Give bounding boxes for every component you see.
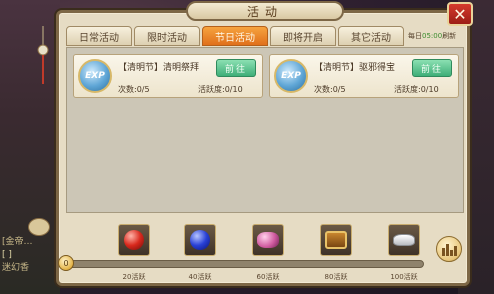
background-chat: [金帝… [ ] 迷幻香	[0, 236, 60, 294]
activity-card: EXP 【清明节】驱邪得宝 前往 次数:0/5 活跃度:0/10	[269, 54, 459, 98]
reward-slot-1[interactable]	[118, 224, 150, 256]
activity-points: 活跃度:0/10	[394, 85, 439, 94]
reward-threshold: 40活跃	[188, 273, 212, 281]
reward-slot-3[interactable]	[252, 224, 284, 256]
pink-gem-icon	[257, 232, 279, 248]
go-button[interactable]: 前往	[216, 59, 256, 77]
chat-line: [金帝…	[2, 237, 33, 247]
reward-slot-4[interactable]	[320, 224, 352, 256]
current-activity-points: 0	[58, 255, 74, 271]
activity-title: 【清明节】清明祭拜	[118, 63, 200, 73]
activity-stats-button[interactable]	[436, 236, 462, 262]
chat-line: [ ]	[2, 250, 12, 260]
exp-icon: EXP	[78, 59, 112, 93]
reward-threshold: 80活跃	[324, 273, 348, 281]
tab-daily[interactable]: 日常活动	[66, 26, 132, 46]
tab-other[interactable]: 其它活动	[338, 26, 404, 46]
refresh-suffix: 刷新	[442, 32, 457, 40]
reward-threshold: 60活跃	[256, 273, 280, 281]
close-icon: ✕	[453, 4, 467, 24]
refresh-prefix: 每日	[408, 32, 422, 40]
window-title: 活动	[186, 1, 344, 21]
refresh-time: 05:00	[422, 32, 443, 40]
reward-slot-5[interactable]	[388, 224, 420, 256]
tab-upcoming[interactable]: 即将开启	[270, 26, 336, 46]
activity-title: 【清明节】驱邪得宝	[314, 63, 396, 73]
hanging-ornament-icon	[37, 26, 49, 84]
activity-points: 活跃度:0/10	[198, 85, 243, 94]
reward-threshold: 100活跃	[390, 273, 418, 281]
activity-list: EXP 【清明节】清明祭拜 前往 次数:0/5 活跃度:0/10 EXP 【清明…	[66, 47, 464, 213]
attempt-count: 次数:0/5	[118, 85, 150, 94]
chat-bubble-icon[interactable]	[28, 218, 50, 236]
exp-icon: EXP	[274, 59, 308, 93]
activity-card: EXP 【清明节】清明祭拜 前往 次数:0/5 活跃度:0/10	[73, 54, 263, 98]
attempt-count: 次数:0/5	[314, 85, 346, 94]
blue-gem-icon	[190, 230, 210, 250]
treasure-chest-icon	[325, 231, 347, 249]
silver-ingot-icon	[393, 234, 415, 246]
daily-refresh-note: 每日05:00刷新	[408, 31, 456, 41]
go-button[interactable]: 前往	[412, 59, 452, 77]
close-button[interactable]: ✕	[447, 2, 473, 26]
chat-line: 迷幻香	[2, 263, 30, 273]
activity-tabs: 日常活动 限时活动 节日活动 即将开启 其它活动	[66, 26, 404, 46]
reward-slot-2[interactable]	[184, 224, 216, 256]
reward-threshold: 20活跃	[122, 273, 146, 281]
tab-festival[interactable]: 节日活动	[202, 26, 268, 46]
tab-limited-time[interactable]: 限时活动	[134, 26, 200, 46]
red-gem-icon	[124, 230, 144, 250]
activity-reward-bar: 0 20活跃 40活跃 60活跃 80活跃 100活跃	[58, 218, 464, 281]
activity-progress-track	[66, 260, 424, 268]
